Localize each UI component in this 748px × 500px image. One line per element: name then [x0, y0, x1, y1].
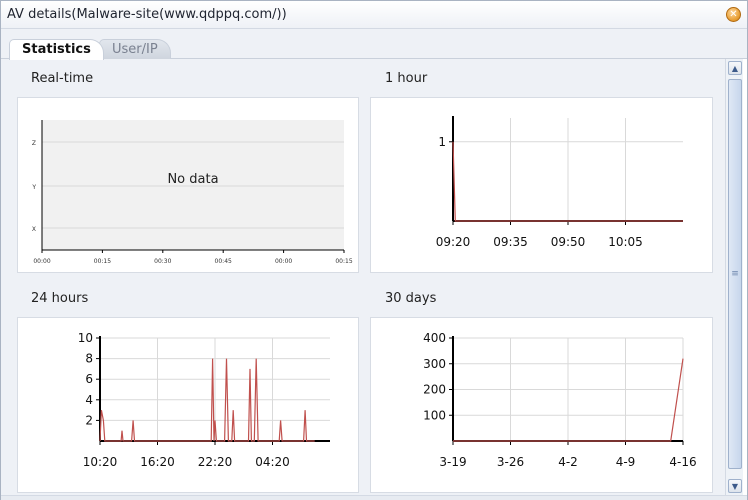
y-tick-label: X [32, 226, 36, 233]
title-bar: AV details(Malware-site(www.qdppq.com/))… [1, 1, 747, 29]
window-title: AV details(Malware-site(www.qdppq.com/)) [7, 7, 287, 22]
y-tick-label: 100 [423, 408, 446, 422]
x-tick-label: 00:15 [335, 258, 352, 265]
x-tick-label: 4-16 [669, 455, 696, 469]
x-tick-label: 00:45 [215, 258, 232, 265]
x-tick-label: 16:20 [140, 455, 175, 469]
section-title-1-hour: 1 hour [385, 71, 428, 86]
tab-statistics[interactable]: Statistics [9, 39, 104, 60]
realtime-chart-panel: X Y Z 00:00 00:15 00:30 00:45 00:00 00:15 No data [17, 97, 359, 273]
x-tick-label: 04:20 [255, 455, 290, 469]
x-tick-label: 00:30 [154, 258, 171, 265]
y-tick-label: 4 [85, 393, 93, 407]
section-title-30-days: 30 days [385, 291, 437, 306]
x-tick-label: 22:20 [198, 455, 233, 469]
tab-user-ip[interactable]: User/IP [99, 39, 171, 59]
section-title-realtime: Real-time [31, 71, 94, 86]
scroll-down-icon[interactable]: ▼ [728, 479, 742, 493]
y-tick-label: 8 [85, 352, 93, 366]
scroll-up-icon[interactable]: ▲ [728, 61, 742, 75]
hour-chart: 1 09:20 09:35 09:50 10:05 [436, 116, 683, 249]
bottom-edge [1, 495, 747, 500]
day-chart: 2 4 6 8 10 10:20 16:20 22:20 04:20 [78, 331, 330, 469]
x-tick-label: 4-2 [558, 455, 578, 469]
y-tick-label: 400 [423, 331, 446, 345]
scroll-thumb[interactable]: ≡ [728, 79, 742, 469]
y-tick-label: 6 [85, 372, 93, 386]
x-tick-label: 3-19 [439, 455, 466, 469]
x-tick-label: 09:35 [493, 235, 528, 249]
statistics-content: Real-time 1 hour 24 hours 30 days X Y Z 00:… [1, 59, 725, 495]
av-details-window: AV details(Malware-site(www.qdppq.com/))… [0, 0, 748, 500]
x-tick-label: 10:20 [83, 455, 118, 469]
close-icon[interactable]: ✕ [726, 7, 741, 22]
y-tick-label: 2 [85, 413, 93, 427]
x-tick-label: 10:05 [608, 235, 643, 249]
month-chart-panel: 100 200 300 400 3-19 3-26 4-2 4-9 4-16 [370, 317, 713, 493]
hour-chart-panel: 1 09:20 09:35 09:50 10:05 [370, 97, 713, 273]
x-tick-label: 09:50 [551, 235, 586, 249]
y-tick-label: 200 [423, 383, 446, 397]
y-tick-label: 300 [423, 357, 446, 371]
vertical-scrollbar[interactable]: ▲ ≡ ▼ [725, 59, 743, 495]
x-tick-label: 00:15 [94, 258, 111, 265]
tab-strip: Statistics User/IP [1, 29, 747, 60]
month-chart: 100 200 300 400 3-19 3-26 4-2 4-9 4-16 [423, 331, 697, 469]
x-tick-label: 00:00 [33, 258, 50, 265]
day-chart-panel: 2 4 6 8 10 10:20 16:20 22:20 04:20 [17, 317, 359, 493]
y-tick-label: 1 [438, 135, 446, 149]
y-tick-label: 10 [78, 331, 93, 345]
no-data-message: No data [167, 172, 218, 187]
section-title-24-hours: 24 hours [31, 291, 89, 306]
x-tick-label: 00:00 [275, 258, 292, 265]
y-tick-label: Y [31, 184, 36, 191]
y-tick-label: Z [32, 140, 36, 147]
x-tick-label: 3-26 [497, 455, 524, 469]
x-tick-label: 09:20 [436, 235, 471, 249]
realtime-chart: X Y Z 00:00 00:15 00:30 00:45 00:00 00:15 No data [31, 120, 353, 265]
x-tick-label: 4-9 [616, 455, 636, 469]
